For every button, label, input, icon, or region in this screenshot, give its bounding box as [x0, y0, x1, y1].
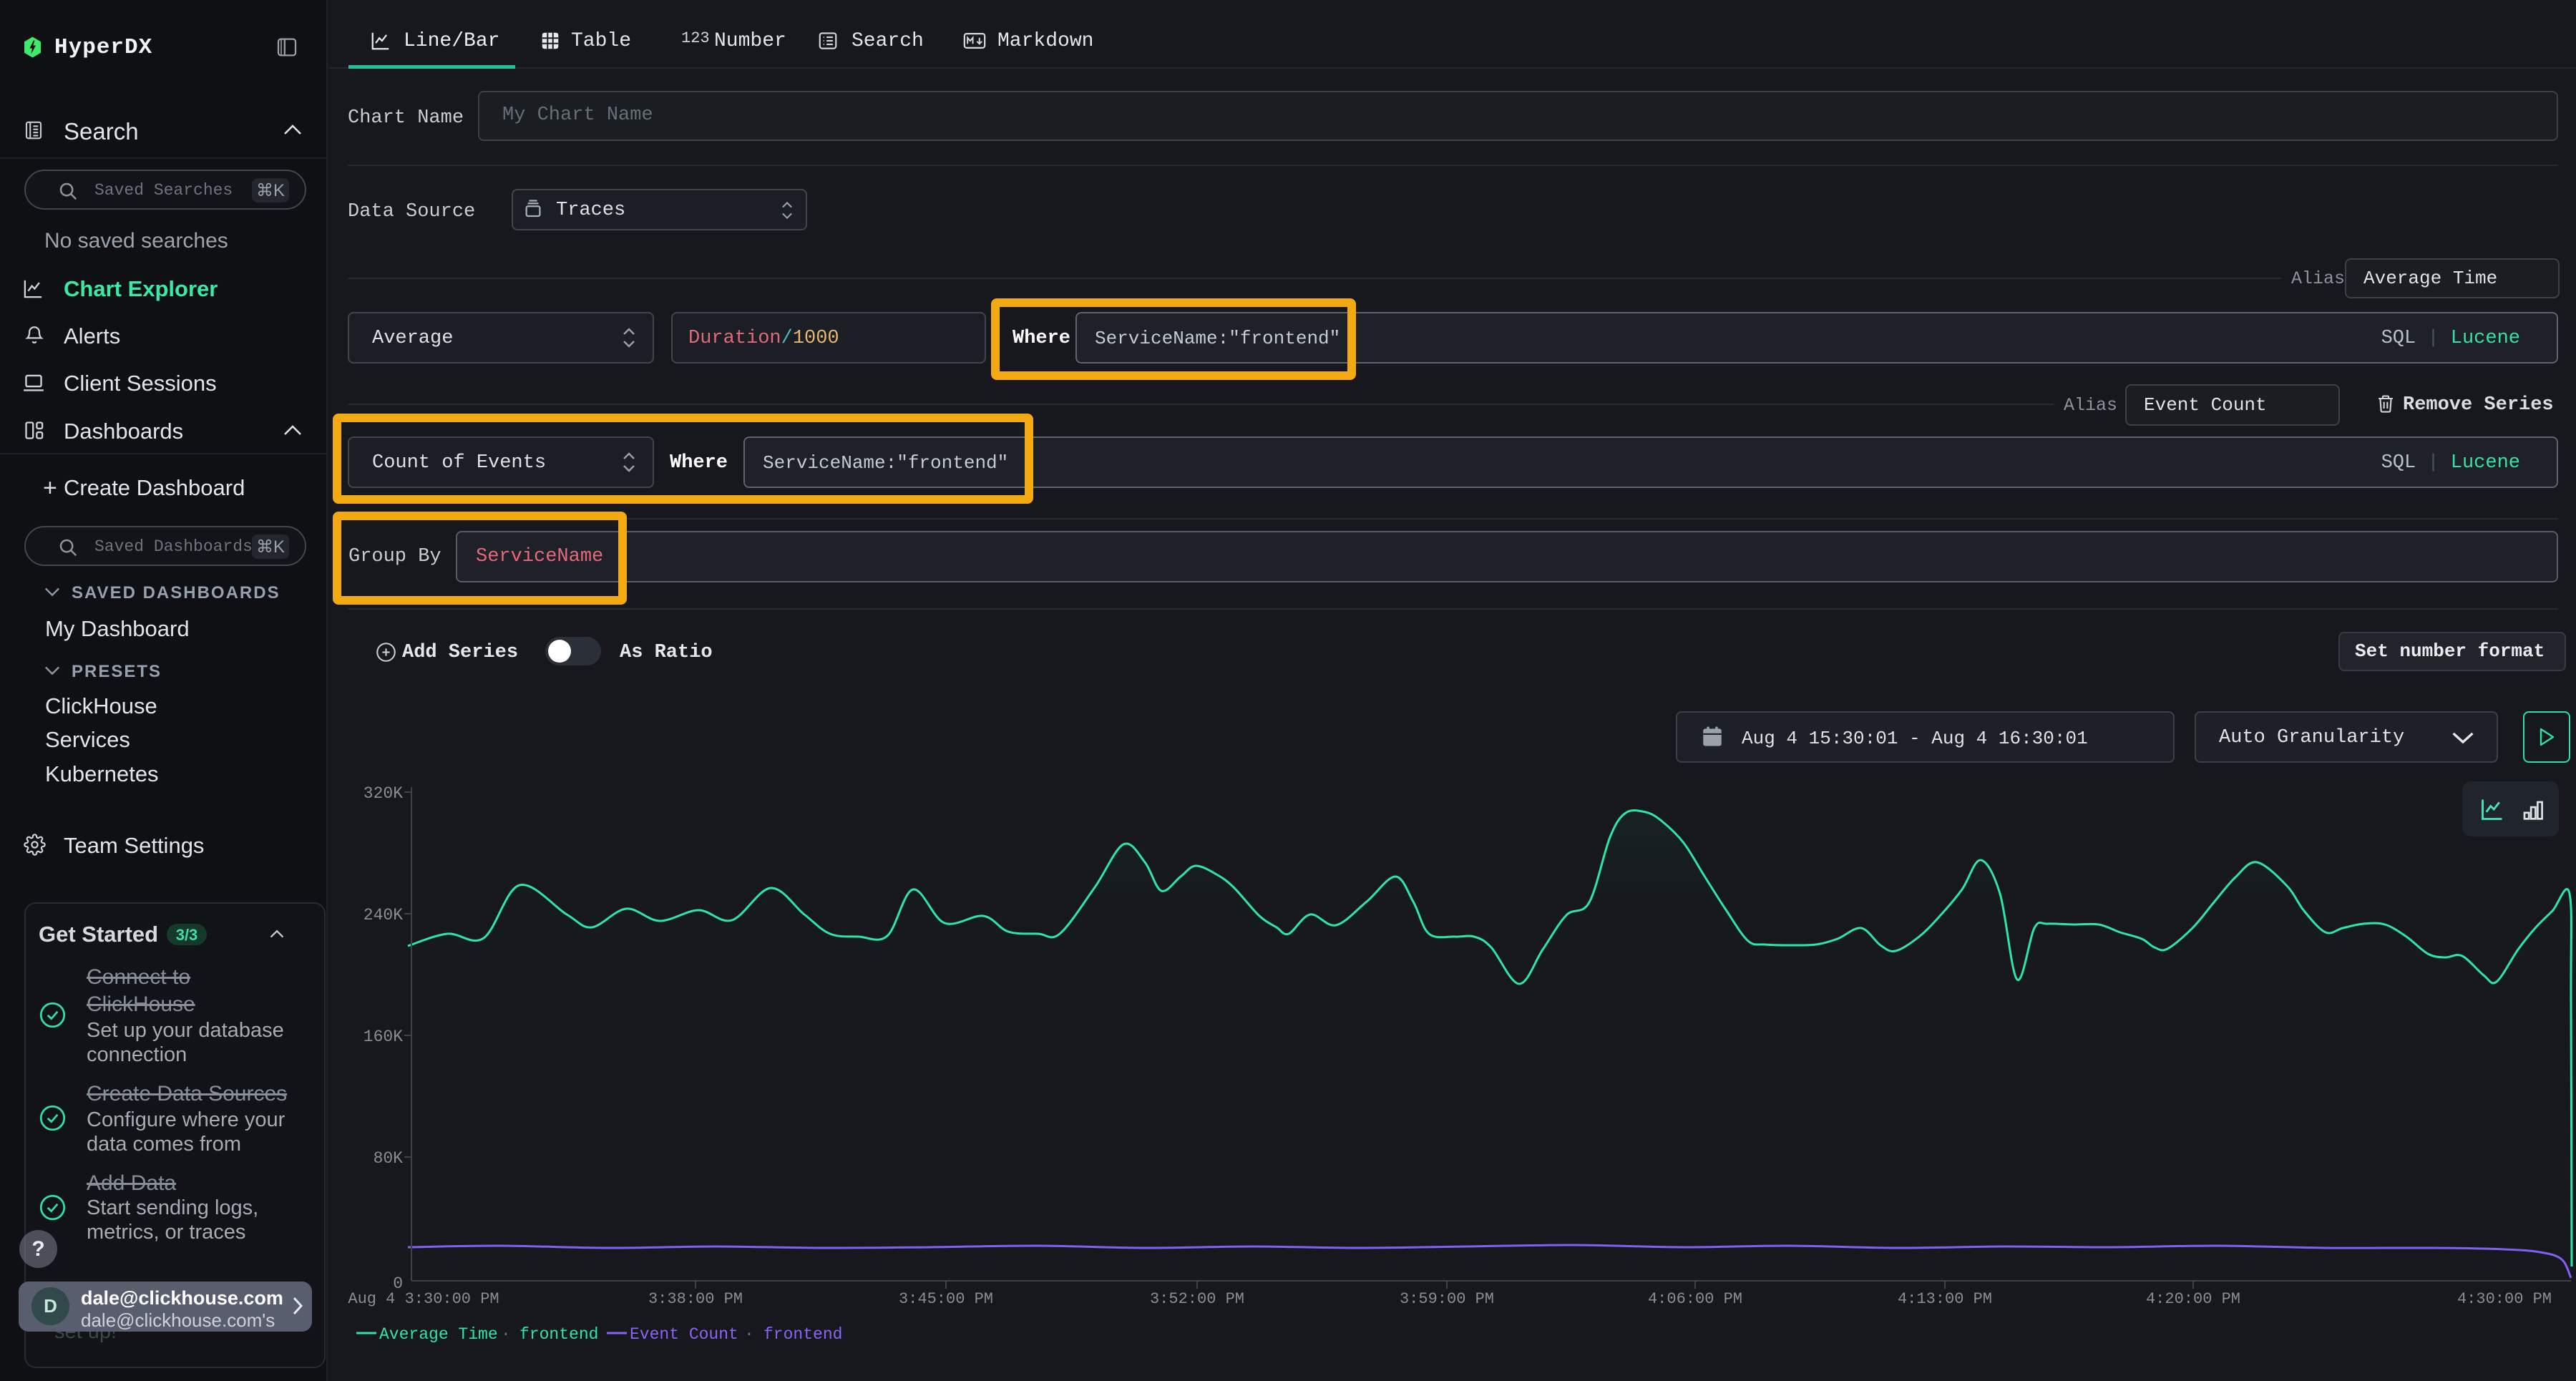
svg-text:3:52:00 PM: 3:52:00 PM — [1150, 1290, 1244, 1308]
svg-text:80K: 80K — [374, 1149, 404, 1168]
svg-text:frontend: frontend — [763, 1325, 842, 1344]
svg-text:320K: 320K — [364, 784, 403, 803]
svg-text:·: · — [501, 1325, 511, 1344]
svg-text:160K: 160K — [364, 1028, 403, 1046]
svg-text:3:38:00 PM: 3:38:00 PM — [648, 1290, 743, 1308]
svg-text:3:59:00 PM: 3:59:00 PM — [1400, 1290, 1494, 1308]
svg-text:4:06:00 PM: 4:06:00 PM — [1648, 1290, 1742, 1308]
svg-text:frontend: frontend — [519, 1325, 598, 1344]
svg-text:3:45:00 PM: 3:45:00 PM — [899, 1290, 993, 1308]
svg-text:4:20:00 PM: 4:20:00 PM — [2146, 1290, 2240, 1308]
svg-text:4:13:00 PM: 4:13:00 PM — [1898, 1290, 1992, 1308]
svg-text:4:30:00 PM: 4:30:00 PM — [2457, 1290, 2552, 1308]
svg-text:Average Time: Average Time — [379, 1325, 498, 1344]
svg-text:240K: 240K — [364, 906, 403, 924]
svg-text:Event Count: Event Count — [630, 1325, 738, 1344]
svg-text:·: · — [744, 1325, 754, 1344]
svg-text:Aug 4 3:30:00 PM: Aug 4 3:30:00 PM — [348, 1290, 499, 1308]
